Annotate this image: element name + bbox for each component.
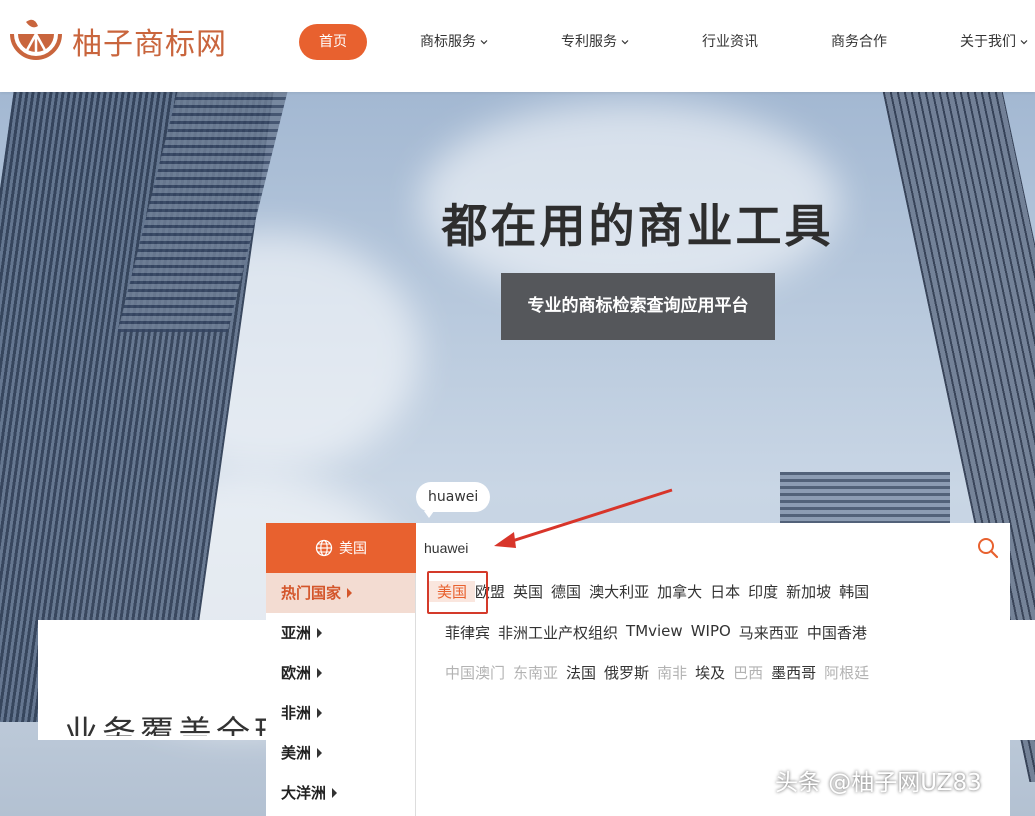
region-label: 大洋洲	[281, 784, 327, 802]
country-option[interactable]: 南非	[657, 662, 695, 683]
nav-home[interactable]: 首页	[299, 24, 367, 60]
region-item-hot[interactable]: 热门国家	[266, 573, 415, 613]
country-option[interactable]: 巴西	[733, 662, 771, 683]
country-option[interactable]: 英国	[513, 581, 551, 602]
nav-trademark-services[interactable]: 商标服务	[400, 24, 508, 60]
region-label: 美洲	[281, 744, 312, 762]
search-bar	[416, 523, 1010, 573]
nav-label: 关于我们	[960, 34, 1016, 50]
country-option[interactable]: 墨西哥	[771, 662, 824, 683]
region-label: 欧洲	[281, 664, 312, 682]
country-option[interactable]: TMview	[626, 622, 691, 643]
country-option[interactable]: 美国	[429, 581, 476, 602]
chevron-down-icon	[480, 40, 488, 45]
hero-subtitle: 专业的商标检索查询应用平台	[501, 273, 775, 340]
watermark: 头条 @柚子网UZ83	[775, 770, 982, 796]
country-option[interactable]: 日本	[710, 581, 748, 602]
nav-patent-services[interactable]: 专利服务	[541, 24, 649, 60]
country-row: 菲律宾 非洲工业产权组织 TMview WIPO 马来西亚 中国香港	[445, 622, 875, 643]
nav-industry-news[interactable]: 行业资讯	[682, 24, 778, 60]
nav-label: 商标服务	[420, 34, 476, 50]
country-option[interactable]: 非洲工业产权组织	[498, 622, 626, 643]
country-option[interactable]: 中国香港	[807, 622, 875, 643]
search-history-tooltip[interactable]: huawei	[416, 482, 491, 518]
region-label: 热门国家	[281, 584, 342, 602]
region-label: 非洲	[281, 704, 312, 722]
brand-name: 柚子商标网	[72, 27, 227, 62]
nav-label: 首页	[319, 34, 347, 50]
country-row: 中国澳门 东南亚 法国 俄罗斯 南非 埃及 巴西 墨西哥 阿根廷	[445, 662, 877, 683]
main-nav: 首页 商标服务 专利服务 行业资讯 商务合作 关于我们	[299, 24, 1035, 60]
nav-business-cooperation[interactable]: 商务合作	[811, 24, 907, 60]
search-icon[interactable]	[976, 536, 1000, 560]
country-option[interactable]: 埃及	[695, 662, 733, 683]
caret-right-icon	[317, 628, 323, 638]
chevron-down-icon	[1020, 40, 1028, 45]
nav-label: 行业资讯	[702, 34, 758, 50]
region-item-oceania[interactable]: 大洋洲	[266, 773, 415, 813]
logo[interactable]: 柚子商标网	[8, 18, 227, 64]
nav-about-us[interactable]: 关于我们	[940, 24, 1035, 60]
chevron-down-icon	[621, 40, 629, 45]
search-input[interactable]	[424, 523, 964, 573]
nav-label: 专利服务	[561, 34, 617, 50]
country-option[interactable]: 欧盟	[475, 581, 513, 602]
country-select-label: 美国	[339, 541, 367, 557]
country-option[interactable]: 俄罗斯	[604, 662, 657, 683]
region-item-europe[interactable]: 欧洲	[266, 653, 415, 693]
country-option[interactable]: 韩国	[839, 581, 877, 602]
country-option[interactable]: 澳大利亚	[589, 581, 657, 602]
country-option[interactable]: 菲律宾	[445, 622, 498, 643]
caret-right-icon	[332, 788, 338, 798]
caret-right-icon	[347, 588, 353, 598]
region-label: 亚洲	[281, 624, 312, 642]
country-option[interactable]: 东南亚	[513, 662, 566, 683]
country-option[interactable]: 印度	[748, 581, 786, 602]
country-option[interactable]: 法国	[566, 662, 604, 683]
country-select-button[interactable]: 美国	[266, 523, 416, 573]
country-option[interactable]: WIPO	[691, 622, 739, 643]
section-heading: 业务覆盖全球	[64, 714, 292, 736]
country-option[interactable]: 阿根廷	[824, 662, 877, 683]
region-list: 热门国家 亚洲 欧洲 非洲 美洲 大洋洲	[266, 573, 416, 816]
country-option[interactable]: 德国	[551, 581, 589, 602]
nav-label: 商务合作	[831, 34, 887, 50]
region-item-americas[interactable]: 美洲	[266, 733, 415, 773]
hero-title: 都在用的商业工具	[441, 199, 834, 253]
country-option[interactable]: 加拿大	[657, 581, 710, 602]
country-row: 美国 欧盟 英国 德国 澳大利亚 加拿大 日本 印度 新加坡 韩国	[429, 581, 877, 602]
region-item-africa[interactable]: 非洲	[266, 693, 415, 733]
region-item-asia[interactable]: 亚洲	[266, 613, 415, 653]
country-option[interactable]: 中国澳门	[445, 662, 513, 683]
country-option[interactable]: 新加坡	[786, 581, 839, 602]
country-option[interactable]: 马来西亚	[739, 622, 807, 643]
caret-right-icon	[317, 748, 323, 758]
caret-right-icon	[317, 708, 323, 718]
logo-icon	[10, 19, 62, 60]
globe-icon	[315, 539, 333, 557]
site-header: 柚子商标网 首页 商标服务 专利服务 行业资讯 商务合作 关于我们	[0, 0, 1035, 92]
caret-right-icon	[317, 668, 323, 678]
